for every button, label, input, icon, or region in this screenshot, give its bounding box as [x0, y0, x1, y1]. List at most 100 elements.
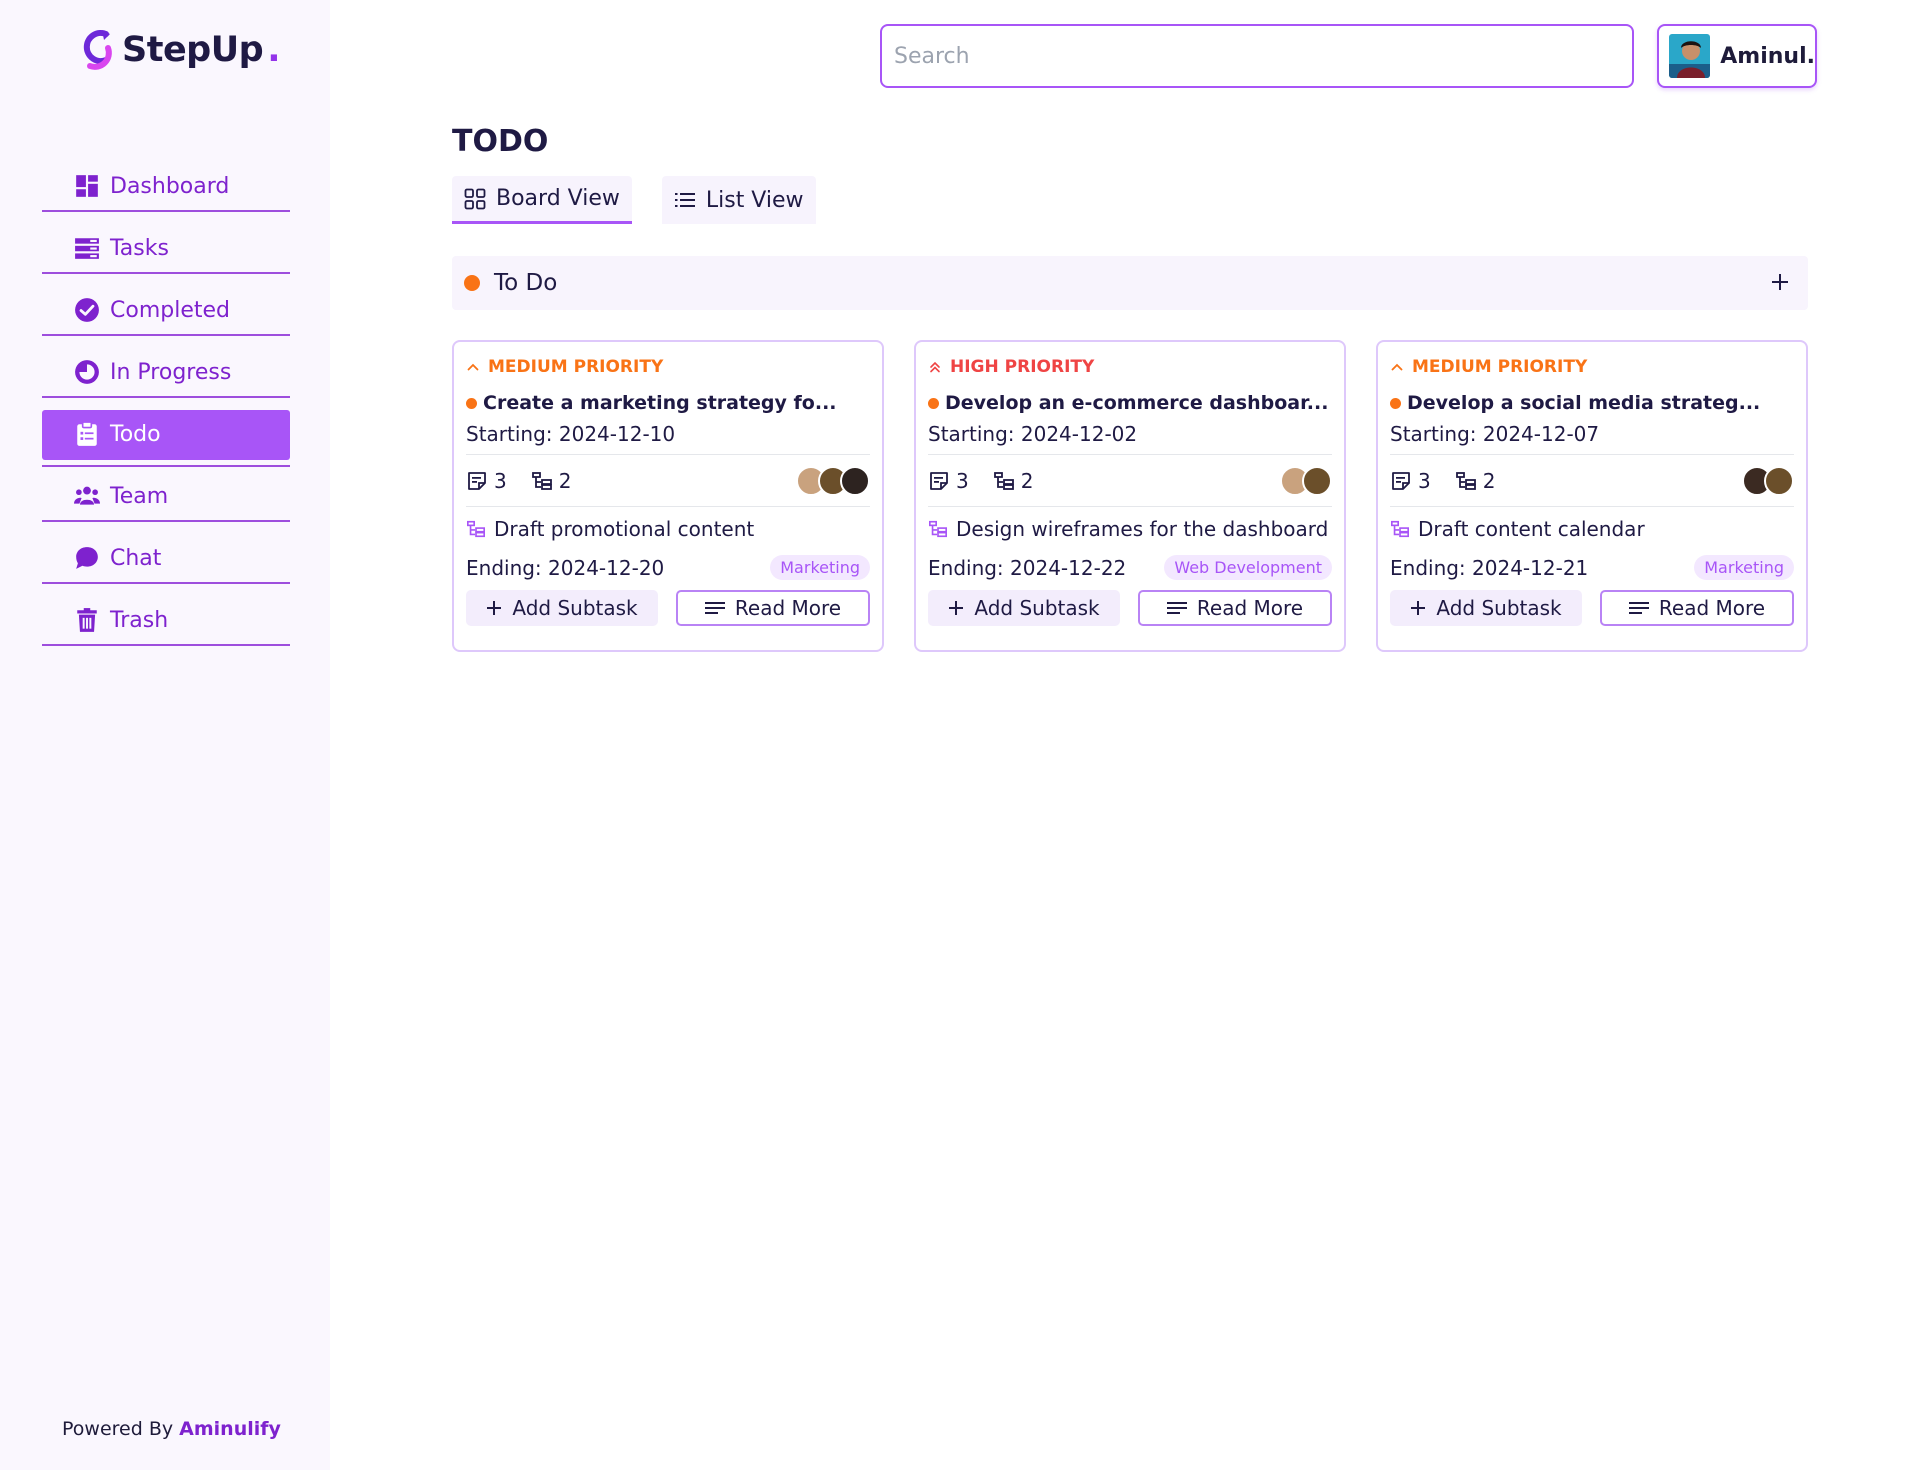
end-row: Ending: 2024-12-21 Marketing [1390, 555, 1794, 580]
task-title-text: Develop an e-commerce dashboar... [945, 392, 1329, 414]
assignee-avatars [796, 465, 870, 496]
task-card: MEDIUM PRIORITY Develop a social media s… [1376, 340, 1808, 652]
priority-text: MEDIUM PRIORITY [488, 357, 664, 377]
sidebar-item-label: Trash [110, 607, 169, 633]
subtask-item: Draft promotional content [466, 517, 870, 541]
chevron-up-icon [1391, 363, 1403, 371]
start-date: Starting: 2024-12-10 [466, 422, 870, 455]
sidebar-item-label: Todo [110, 421, 161, 447]
text-lines-icon [1166, 602, 1187, 614]
task-title[interactable]: Develop a social media strateg... [1390, 392, 1794, 414]
task-title[interactable]: Develop an e-commerce dashboar... [928, 392, 1332, 414]
tab-board-view[interactable]: Board View [452, 176, 632, 224]
subtask-item: Design wireframes for the dashboard [928, 517, 1332, 541]
trash-icon [74, 607, 100, 633]
add-task-button[interactable] [1766, 268, 1794, 296]
task-board: MEDIUM PRIORITY Create a marketing strat… [452, 340, 1808, 652]
sidebar-item-label: Team [110, 483, 169, 509]
clipboard-icon [74, 421, 100, 447]
priority-label: MEDIUM PRIORITY [1390, 356, 1794, 378]
subtasks-icon [531, 470, 553, 492]
category-tag: Marketing [770, 555, 870, 580]
read-more-label: Read More [1196, 596, 1304, 620]
card-actions: Add Subtask Read More [928, 590, 1332, 626]
avatar [1669, 34, 1711, 78]
assignee-avatars [1742, 465, 1794, 496]
read-more-label: Read More [1658, 596, 1766, 620]
sidebar-item-in-progress[interactable]: In Progress [42, 348, 290, 398]
subtasks-count: 2 [558, 468, 572, 493]
read-more-label: Read More [734, 596, 842, 620]
subtask-title: Draft content calendar [1418, 517, 1645, 541]
add-subtask-button[interactable]: Add Subtask [928, 590, 1120, 626]
tab-label: Board View [496, 186, 620, 211]
category-tag: Marketing [1694, 555, 1794, 580]
status-group-header: To Do [452, 256, 1808, 310]
end-date: Ending: 2024-12-20 [466, 555, 665, 580]
sidebar-item-team[interactable]: Team [42, 472, 290, 522]
notes-icon [928, 470, 950, 492]
sidebar-item-label: Dashboard [110, 173, 230, 199]
logo-text: StepUp [122, 30, 264, 70]
read-more-button[interactable]: Read More [1138, 590, 1332, 626]
avatar[interactable] [1764, 465, 1794, 496]
task-meta: 3 2 [1390, 455, 1794, 507]
subtask-icon [467, 520, 485, 538]
priority-label: MEDIUM PRIORITY [466, 356, 870, 378]
sidebar-item-chat[interactable]: Chat [42, 534, 290, 584]
task-meta: 3 2 [928, 455, 1332, 507]
end-date: Ending: 2024-12-21 [1390, 555, 1589, 580]
status-dot [466, 397, 477, 409]
add-subtask-label: Add Subtask [974, 596, 1100, 620]
add-subtask-button[interactable]: Add Subtask [1390, 590, 1582, 626]
powered-by-brand[interactable]: Aminulify [179, 1418, 281, 1440]
sidebar-item-trash[interactable]: Trash [42, 596, 290, 646]
sidebar-item-dashboard[interactable]: Dashboard [42, 162, 290, 212]
notes-icon [1390, 470, 1412, 492]
text-lines-icon [1628, 602, 1649, 614]
tab-list-view[interactable]: List View [661, 176, 816, 224]
sidebar-item-completed[interactable]: Completed [42, 286, 290, 336]
notes-count: 3 [1418, 468, 1431, 493]
user-name: Aminul. [1720, 43, 1815, 69]
dashboard-icon [74, 173, 100, 199]
check-circle-icon [74, 297, 100, 323]
sidebar-item-label: Chat [110, 545, 162, 571]
sidebar-item-label: Completed [110, 297, 230, 323]
powered-by: Powered By Aminulify [62, 1418, 281, 1440]
avatar[interactable] [1302, 465, 1332, 496]
list-icon [674, 193, 695, 207]
tab-label: List View [705, 187, 804, 213]
read-more-button[interactable]: Read More [1600, 590, 1794, 626]
priority-text: MEDIUM PRIORITY [1412, 357, 1588, 377]
grid-icon [464, 188, 486, 209]
plus-icon [949, 601, 964, 615]
logo-dot: . [267, 30, 281, 70]
powered-by-prefix: Powered By [62, 1418, 174, 1440]
task-title[interactable]: Create a marketing strategy fo... [466, 392, 870, 414]
read-more-button[interactable]: Read More [676, 590, 870, 626]
add-subtask-button[interactable]: Add Subtask [466, 590, 658, 626]
text-lines-icon [704, 602, 725, 614]
card-actions: Add Subtask Read More [466, 590, 870, 626]
avatar[interactable] [840, 465, 870, 496]
sidebar-item-todo[interactable]: Todo [42, 410, 290, 467]
sidebar-item-label: In Progress [110, 359, 232, 385]
page-title: TODO [452, 124, 549, 159]
plus-icon [1772, 274, 1788, 290]
add-subtask-label: Add Subtask [512, 596, 638, 620]
sidebar-item-tasks[interactable]: Tasks [42, 224, 290, 274]
logo-icon [83, 30, 112, 70]
notes-icon [466, 470, 488, 492]
priority-label: HIGH PRIORITY [928, 356, 1332, 378]
status-group-label: To Do [494, 270, 558, 296]
end-date: Ending: 2024-12-22 [928, 555, 1127, 580]
search-input[interactable] [880, 24, 1634, 88]
category-tag: Web Development [1164, 555, 1332, 580]
task-meta: 3 2 [466, 455, 870, 507]
logo[interactable]: StepUp. [76, 26, 281, 74]
notes-count: 3 [494, 468, 507, 493]
user-menu-button[interactable]: Aminul. [1657, 24, 1817, 88]
subtasks-icon [1455, 470, 1477, 492]
status-dot [464, 275, 480, 291]
